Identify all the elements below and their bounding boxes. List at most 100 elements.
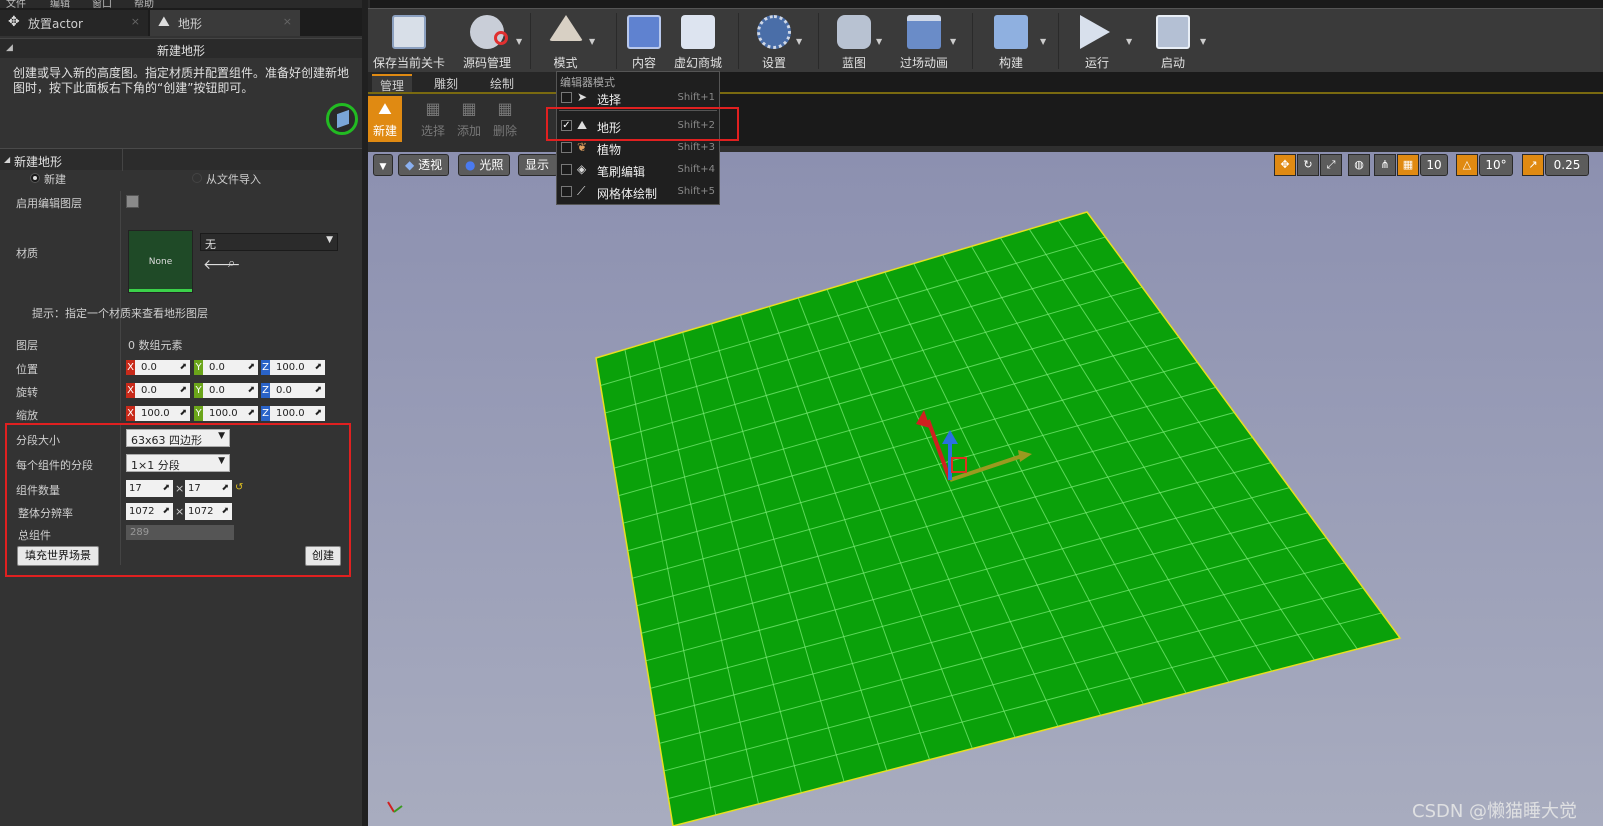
location-z-field[interactable]: Z 100.0 ⬈ — [261, 360, 325, 375]
scale-tool-icon[interactable]: ⤢ — [1320, 154, 1342, 176]
scale-x-value[interactable]: 100.0 ⬈ — [135, 406, 190, 421]
scale-y-value[interactable]: 100.0 ⬈ — [203, 406, 258, 421]
new-landscape-section[interactable]: ◢ 新建地形 — [0, 148, 362, 171]
blueprints-button[interactable]: 蓝图 ▼ — [824, 9, 884, 73]
mode-label: 笔刷编辑 — [597, 165, 646, 179]
chevron-down-icon: ▼ — [950, 37, 957, 46]
new-tool-button[interactable]: ⛰ 新建 — [368, 96, 402, 142]
chevron-down-icon: ▼ — [326, 235, 333, 245]
new-landscape-header[interactable]: ◢ 新建地形 — [0, 38, 362, 58]
mode-checkbox[interactable] — [561, 92, 572, 103]
play-icon — [1080, 15, 1110, 49]
rotation-y-value[interactable]: 0.0 ⬈ — [203, 383, 258, 398]
location-z-value[interactable]: 100.0 ⬈ — [270, 360, 325, 375]
viewport-options-button[interactable]: ▼ — [373, 154, 393, 176]
new-tool-icon: ⛰ — [378, 99, 392, 118]
rotation-snap-value[interactable]: 10° — [1479, 154, 1513, 176]
rotation-snap-icon[interactable]: △ — [1456, 154, 1478, 176]
description-text: 创建或导入新的高度图。指定材质并配置组件。准备好创建新地图时，按下此面板右下角的… — [13, 66, 350, 95]
scale-snap-icon[interactable]: ↗ — [1522, 154, 1544, 176]
toolbar-label: 源码管理 — [462, 56, 511, 70]
level-viewport[interactable]: ▼ ◆ 透视 ● 光照 显示 ✥ ↻ ⤢ ◍ ⋔ ▦ 10 △ 10° ↗ 0.… — [368, 152, 1603, 826]
translate-tool-icon[interactable]: ✥ — [1274, 154, 1296, 176]
foliage-icon: ❦ — [577, 140, 588, 154]
modes-button[interactable]: 模式 ▼ — [533, 9, 598, 73]
build-cubes-icon — [994, 15, 1028, 49]
cinematics-button[interactable]: 过场动画 ▼ — [888, 9, 960, 73]
chevron-down-icon: ▼ — [1040, 37, 1047, 46]
tab-sculpt[interactable]: 雕刻 — [426, 74, 466, 94]
axis-x-label: X — [126, 360, 135, 375]
highlight-box — [546, 107, 739, 141]
rotation-z-value[interactable]: 0.0 ⬈ — [270, 383, 325, 398]
location-x-field[interactable]: X 0.0 ⬈ — [126, 360, 190, 375]
play-button[interactable]: 运行 ▼ — [1064, 9, 1133, 73]
close-icon[interactable]: × — [131, 15, 140, 28]
location-x-value[interactable]: 0.0 ⬈ — [135, 360, 190, 375]
tab-landscape[interactable]: ⛰ 地形 × — [150, 10, 300, 36]
mode-brush-edit-item[interactable]: ◈ 笔刷编辑 Shift+4 — [557, 160, 719, 180]
mode-checkbox[interactable] — [561, 142, 572, 153]
scale-x-field[interactable]: X 100.0 ⬈ — [126, 406, 190, 421]
save-level-button[interactable]: 保存当前关卡 — [368, 9, 450, 73]
rotate-tool-icon[interactable]: ↻ — [1297, 154, 1319, 176]
scale-z-field[interactable]: Z 100.0 ⬈ — [261, 406, 325, 421]
menu-file[interactable]: 文件 — [6, 0, 26, 8]
rotation-y-field[interactable]: Y 0.0 ⬈ — [194, 383, 258, 398]
mode-select-item[interactable]: ➤ 选择 Shift+1 — [557, 88, 719, 108]
world-space-icon[interactable]: ◍ — [1348, 154, 1370, 176]
chevron-down-icon: ▼ — [516, 37, 523, 46]
build-button[interactable]: 构建 ▼ — [978, 9, 1047, 73]
delete-tool-button[interactable]: ▦ 删除 — [488, 96, 522, 142]
toolbar-label: 内容 — [631, 56, 656, 70]
scale-z-value[interactable]: 100.0 ⬈ — [270, 406, 325, 421]
grid-snap-icon[interactable]: ▦ — [1397, 154, 1419, 176]
select-tool-icon: ▦ — [425, 99, 441, 118]
radio-import[interactable] — [192, 173, 202, 183]
mode-mesh-paint-item[interactable]: ⟋ 网格体绘制 Shift+5 — [557, 182, 719, 202]
rotation-z-field[interactable]: Z 0.0 ⬈ — [261, 383, 325, 398]
material-thumbnail[interactable]: None — [128, 230, 193, 293]
mode-checkbox[interactable] — [561, 186, 572, 197]
add-tool-button[interactable]: ▦ 添加 — [452, 96, 486, 142]
menu-help[interactable]: 帮助 — [134, 0, 154, 8]
toolbar-label: 模式 — [553, 56, 578, 70]
mode-label: 网格体绘制 — [597, 187, 658, 201]
show-label: 显示 — [525, 158, 550, 172]
launch-button[interactable]: 启动 ▼ — [1140, 9, 1206, 73]
grid-snap-value[interactable]: 10 — [1420, 154, 1448, 176]
close-icon[interactable]: × — [283, 15, 292, 28]
browse-search-icon[interactable]: ⌕ — [228, 256, 235, 271]
perspective-button[interactable]: ◆ 透视 — [398, 154, 450, 176]
content-button[interactable]: 内容 — [620, 9, 668, 73]
menu-window[interactable]: 窗口 — [92, 0, 112, 8]
material-label: 材质 — [16, 247, 38, 260]
tab-place-actors[interactable]: ✥ 放置actor × — [0, 10, 148, 36]
marketplace-button[interactable]: 虚幻商城 — [670, 9, 726, 73]
material-combo[interactable]: 无 ▼ — [200, 233, 338, 251]
location-y-field[interactable]: Y 0.0 ⬈ — [194, 360, 258, 375]
tab-paint[interactable]: 绘制 — [482, 74, 522, 94]
scale-snap-value[interactable]: 0.25 — [1545, 154, 1589, 176]
menu-edit[interactable]: 编辑 — [50, 0, 70, 8]
chevron-down-icon: ▼ — [1126, 37, 1133, 46]
delete-tool-icon: ▦ — [497, 99, 513, 118]
chevron-down-icon: ▼ — [876, 37, 883, 46]
scale-y-field[interactable]: Y 100.0 ⬈ — [194, 406, 258, 421]
location-y-value[interactable]: 0.0 ⬈ — [203, 360, 258, 375]
rotation-x-value[interactable]: 0.0 ⬈ — [135, 383, 190, 398]
surface-snap-icon[interactable]: ⋔ — [1374, 154, 1396, 176]
tab-manage[interactable]: 管理 — [372, 74, 412, 94]
rotation-x-field[interactable]: X 0.0 ⬈ — [126, 383, 190, 398]
layers-value: 0 数组元素 — [128, 339, 183, 352]
landscape-mode-icon[interactable] — [326, 103, 358, 135]
source-control-button[interactable]: 源码管理 ▼ — [452, 9, 522, 73]
mode-foliage-item[interactable]: ❦ 植物 Shift+3 — [557, 138, 719, 158]
lit-button[interactable]: ● 光照 — [458, 154, 511, 176]
show-button[interactable]: 显示 — [518, 154, 558, 176]
settings-button[interactable]: 设置 ▼ — [744, 9, 804, 73]
radio-new[interactable] — [30, 173, 40, 183]
enable-edit-layers-checkbox[interactable] — [126, 195, 139, 208]
select-tool-button[interactable]: ▦ 选择 — [416, 96, 450, 142]
mode-checkbox[interactable] — [561, 164, 572, 175]
